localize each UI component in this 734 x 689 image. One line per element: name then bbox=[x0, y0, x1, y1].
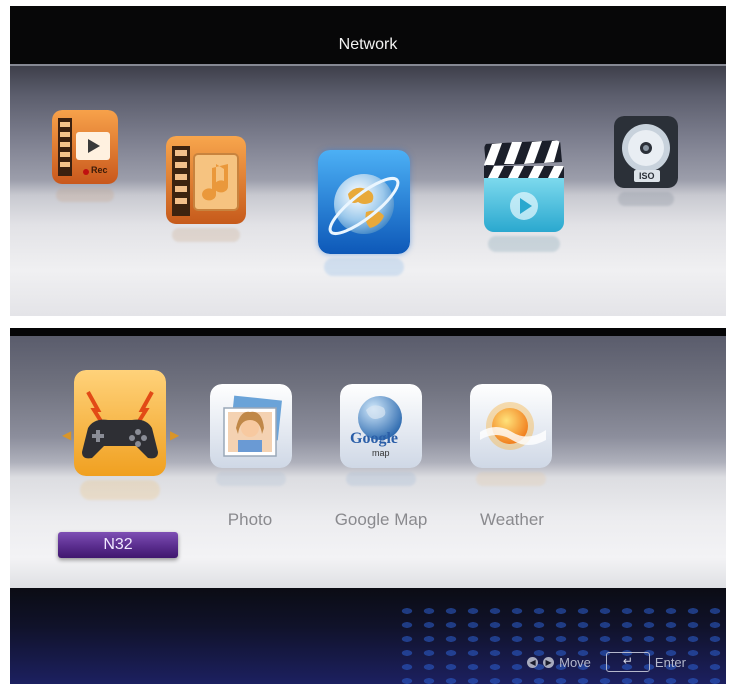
icon-reflection bbox=[216, 472, 286, 486]
icon-reflection bbox=[56, 188, 114, 202]
icon-reflection bbox=[346, 472, 416, 486]
move-hint-label: Move bbox=[559, 654, 591, 670]
left-arrow-icon: ◀ bbox=[62, 428, 72, 442]
weather-app-label: Weather bbox=[480, 510, 544, 529]
iso-label: ISO bbox=[639, 171, 655, 181]
icon-reflection bbox=[80, 480, 160, 500]
n32-app-tile[interactable] bbox=[74, 370, 166, 476]
enter-hint-label: Enter bbox=[654, 654, 686, 670]
left-nav-icon: ◀ bbox=[527, 656, 539, 668]
icon-reflection bbox=[618, 192, 674, 206]
icon-reflection bbox=[172, 228, 240, 242]
map-logo-text: map bbox=[372, 448, 390, 458]
enter-key-icon: ↵ bbox=[605, 652, 650, 672]
iso-disc-icon[interactable]: ISO bbox=[614, 116, 678, 188]
movie-clapper-icon[interactable] bbox=[484, 140, 564, 232]
photo-app-tile[interactable] bbox=[210, 384, 292, 468]
network-menu-screen: Network Rec ISO bbox=[10, 6, 726, 316]
weather-icon bbox=[470, 384, 552, 468]
google-logo-text: Google bbox=[350, 430, 398, 447]
photo-icon bbox=[210, 384, 292, 468]
right-nav-icon: ▶ bbox=[543, 656, 555, 668]
help-bar: ◀ ▶ Move ↵ Enter bbox=[527, 652, 686, 672]
icon-reflection bbox=[476, 472, 546, 486]
right-arrow-icon: ▶ bbox=[170, 428, 180, 442]
dot-pattern bbox=[396, 604, 726, 684]
rec-label: Rec bbox=[91, 165, 108, 175]
google-map-app-label: Google Map bbox=[334, 510, 428, 529]
gamepad-icon bbox=[74, 370, 166, 476]
pvr-rec-icon[interactable]: Rec bbox=[52, 110, 118, 184]
band-highlight bbox=[10, 64, 726, 66]
weather-app-tile[interactable] bbox=[470, 384, 552, 468]
network-globe-icon[interactable] bbox=[318, 150, 410, 254]
music-folder-icon[interactable] bbox=[166, 136, 246, 224]
page-title: Network bbox=[338, 36, 398, 53]
icon-reflection bbox=[324, 258, 404, 276]
icon-reflection bbox=[488, 236, 560, 252]
selected-app-label: N32 bbox=[58, 532, 178, 558]
photo-app-label: Photo bbox=[227, 510, 273, 529]
google-map-app-tile[interactable]: Google map bbox=[340, 384, 422, 468]
apps-menu-screen: ◀ ▶ N32 Photo Google map Google Map Weat… bbox=[10, 328, 726, 684]
